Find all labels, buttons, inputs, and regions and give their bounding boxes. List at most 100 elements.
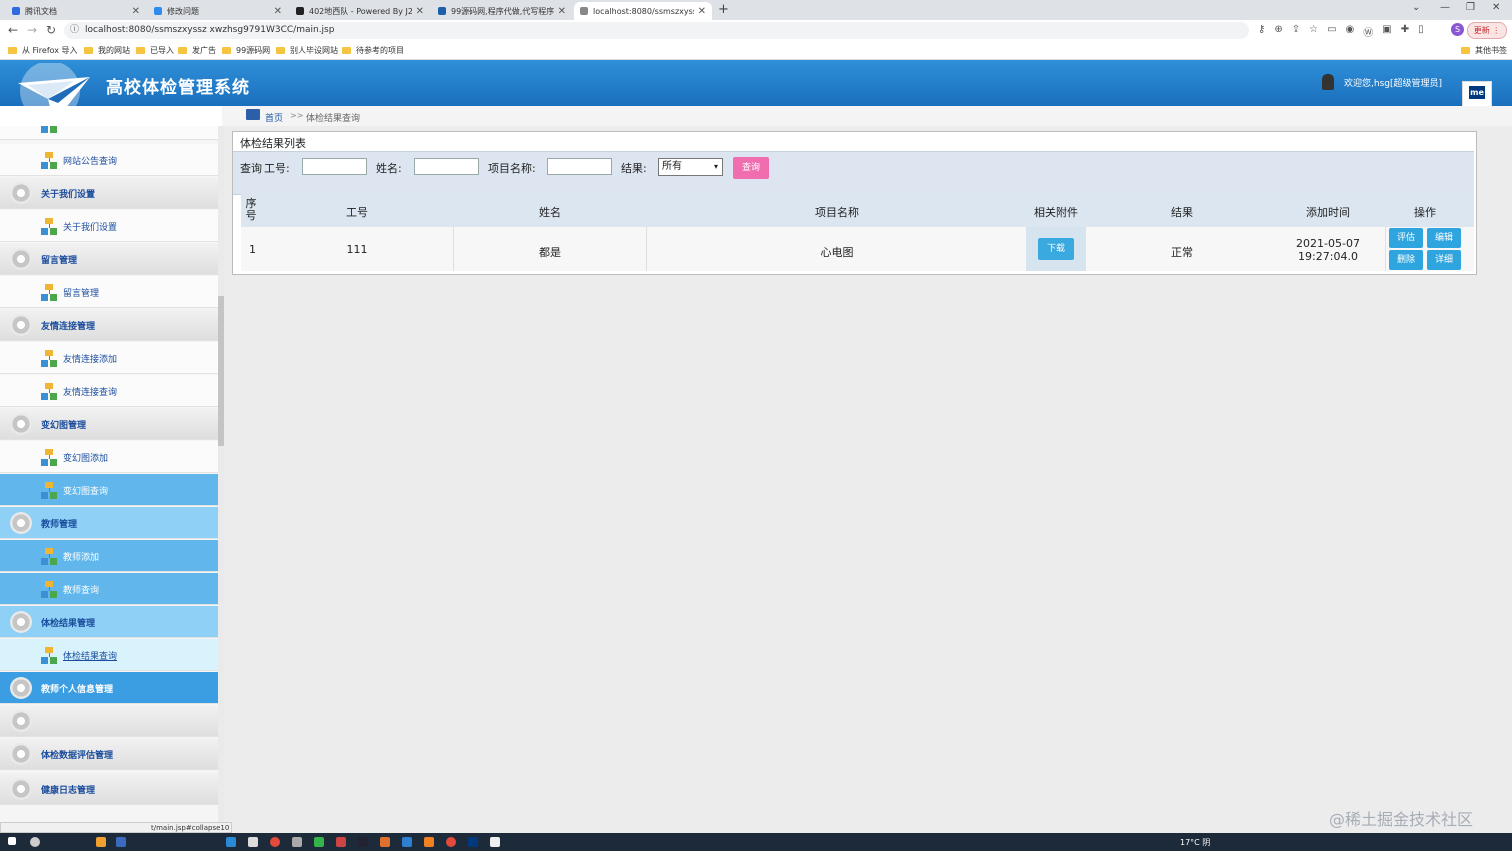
browser-tab[interactable]: 99源码网,程序代做,代写程序代做 ✕	[432, 2, 572, 20]
sidebar-group-messages[interactable]: 留言管理	[0, 243, 219, 275]
tab-list-icon[interactable]: ⌄	[1412, 2, 1420, 13]
wallet-icon[interactable]: Ⓦ	[1363, 24, 1373, 39]
close-icon[interactable]: ✕	[132, 6, 140, 17]
sidebar-group-about[interactable]: 关于我们设置	[0, 177, 219, 209]
bookmark-item[interactable]: 发广告	[178, 45, 216, 56]
forward-icon[interactable]: →	[27, 23, 37, 37]
bookmark-item[interactable]: 待参考的项目	[342, 45, 404, 56]
sidebar-group-teachers[interactable]: 教师管理	[0, 507, 219, 539]
chrome-icon[interactable]	[270, 837, 280, 847]
app-icon[interactable]	[248, 837, 258, 847]
browser-tab-strip: 腾讯文档 ✕ 修改问题 ✕ 402地西队 - Powered By J2ee ✕…	[0, 0, 1512, 20]
app-icon[interactable]	[424, 837, 434, 847]
zoom-icon[interactable]: ⊕	[1274, 24, 1282, 39]
sidebar-item-banner-add[interactable]: 变幻图添加	[0, 441, 219, 473]
windows-start-icon[interactable]	[8, 837, 16, 845]
download-button[interactable]: 下载	[1038, 238, 1074, 260]
browser-tab[interactable]: 腾讯文档 ✕	[6, 2, 146, 20]
sidebar-group-teacher-profile[interactable]: 教师个人信息管理	[0, 672, 219, 704]
sidebar-item-exam-result-query[interactable]: 体检结果查询	[0, 639, 219, 671]
name-input[interactable]	[414, 158, 479, 175]
sidebar-item-partial[interactable]	[0, 126, 219, 140]
bookmark-label: 99源码网	[236, 46, 271, 55]
sidebar-item-teacher-query[interactable]: 教师查询	[0, 573, 219, 605]
sidebar-item-messages[interactable]: 留言管理	[0, 276, 219, 308]
bookmark-label: 我的网站	[98, 46, 130, 55]
search-prefix: 查询	[240, 162, 262, 175]
window-close-icon[interactable]: ✕	[1492, 2, 1500, 13]
app-icon[interactable]	[446, 837, 456, 847]
bookmark-label: 待参考的项目	[356, 46, 404, 55]
bookmark-item[interactable]: 从 Firefox 导入	[8, 45, 78, 56]
sidebar-group-banner[interactable]: 变幻图管理	[0, 408, 219, 440]
close-icon[interactable]: ✕	[558, 6, 566, 17]
close-icon[interactable]: ✕	[698, 6, 706, 17]
evaluate-button[interactable]: 评估	[1389, 228, 1423, 248]
sidebar-item-label: 体检结果查询	[63, 652, 118, 662]
bookmark-item-other[interactable]: 其他书签	[1461, 45, 1507, 56]
browser-tab[interactable]: 修改问题 ✕	[148, 2, 288, 20]
sidebar-item-link-add[interactable]: 友情连接添加	[0, 342, 219, 374]
url-field[interactable]: ⓘ localhost:8080/ssmszxyssz xwzhsg9791W3C…	[64, 22, 1249, 39]
bookmark-item[interactable]: 已导入	[136, 45, 174, 56]
sidebar-item-link-query[interactable]: 友情连接查询	[0, 375, 219, 407]
close-icon[interactable]: ✕	[416, 6, 424, 17]
camera-icon[interactable]: ◉	[1346, 24, 1355, 39]
close-icon[interactable]: ✕	[274, 6, 282, 17]
browser-tab[interactable]: 402地西队 - Powered By J2ee ✕	[290, 2, 430, 20]
minimize-icon[interactable]: —	[1440, 2, 1450, 13]
bookmark-item[interactable]: 99源码网	[222, 45, 270, 56]
app-icon[interactable]	[358, 837, 368, 847]
reload-icon[interactable]: ↻	[46, 23, 56, 37]
app-icon[interactable]	[292, 837, 302, 847]
profile-avatar[interactable]: S	[1451, 23, 1464, 36]
star-icon[interactable]: ☆	[1309, 24, 1318, 39]
search-button[interactable]: 查询	[733, 157, 769, 179]
delete-button[interactable]: 删除	[1389, 250, 1423, 270]
sidebar-group-blurred[interactable]	[0, 705, 219, 737]
sidebar-group-health-log[interactable]: 健康日志管理	[0, 773, 219, 805]
id-label: 工号:	[264, 162, 290, 175]
edit-button[interactable]: 编辑	[1427, 228, 1461, 248]
app-icon[interactable]	[490, 837, 500, 847]
sidebar-group-exam-results[interactable]: 体检结果管理	[0, 606, 219, 638]
app-icon[interactable]	[380, 837, 390, 847]
maximize-icon[interactable]: ❐	[1466, 2, 1475, 13]
app-icon[interactable]	[314, 837, 324, 847]
sidebar-item-teacher-add[interactable]: 教师添加	[0, 540, 219, 572]
sidebar-item-about-settings[interactable]: 关于我们设置	[0, 210, 219, 242]
bookmark-item[interactable]: 我的网站	[84, 45, 130, 56]
browser-tab-active[interactable]: localhost:8080/ssmszxyssz ✕	[574, 2, 712, 20]
id-input[interactable]	[302, 158, 367, 175]
search-icon[interactable]	[30, 837, 40, 847]
sidebar-group-data-evaluation[interactable]: 体检数据评估管理	[0, 738, 219, 770]
result-select[interactable]: 所有 ▾	[658, 158, 723, 176]
image-icon[interactable]: ▣	[1382, 24, 1391, 39]
update-button[interactable]: 更新 ⋮	[1467, 22, 1507, 39]
new-tab-icon[interactable]: +	[718, 2, 729, 17]
bookmark-label: 其他书签	[1475, 46, 1507, 55]
vscode-icon[interactable]	[402, 837, 412, 847]
detail-button[interactable]: 详细	[1427, 250, 1461, 270]
sidebar-toggle-icon[interactable]: ▯	[1418, 24, 1424, 39]
share-icon[interactable]: ⇪	[1292, 24, 1300, 39]
site-info-icon[interactable]: ⓘ	[70, 25, 79, 35]
cast-icon[interactable]: ▭	[1327, 24, 1336, 39]
folder-icon	[8, 47, 17, 54]
sidebar-group-links[interactable]: 友情连接管理	[0, 309, 219, 341]
app-icon[interactable]	[116, 837, 126, 847]
breadcrumb-home-link[interactable]: 首页	[265, 111, 283, 124]
bookmark-item[interactable]: 别人毕设网站	[276, 45, 338, 56]
app-icon[interactable]	[468, 837, 478, 847]
bookmarks-bar: 从 Firefox 导入 我的网站 已导入 发广告 99源码网 别人毕设网站 待…	[0, 41, 1512, 60]
me-extension-icon[interactable]: me	[1469, 86, 1485, 99]
sidebar-item-banner-query[interactable]: 变幻图查询	[0, 474, 219, 506]
project-input[interactable]	[547, 158, 612, 175]
app-icon[interactable]	[226, 837, 236, 847]
file-explorer-icon[interactable]	[96, 837, 106, 847]
sidebar-item-notice-query[interactable]: 网站公告查询	[0, 144, 219, 176]
extensions-icon[interactable]: ✚	[1401, 24, 1409, 39]
app-icon[interactable]	[336, 837, 346, 847]
back-icon[interactable]: ←	[8, 23, 18, 37]
key-icon[interactable]: ⚷	[1258, 24, 1265, 39]
